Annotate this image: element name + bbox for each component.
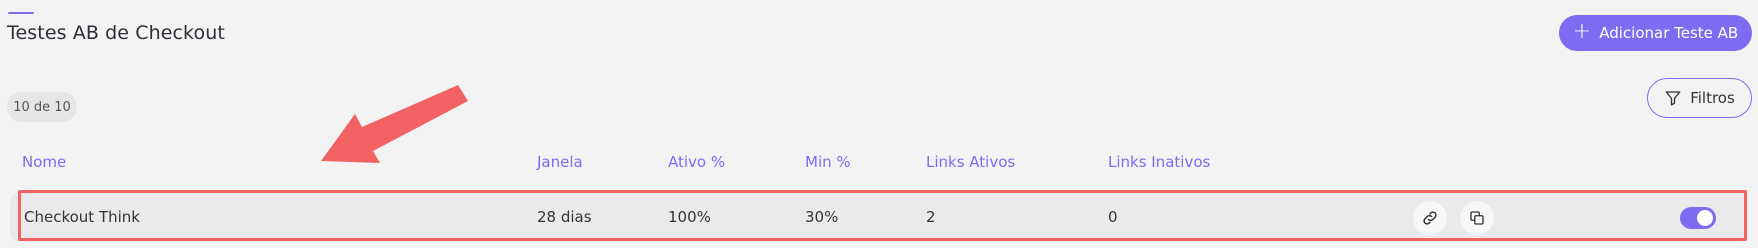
add-ab-test-label: Adicionar Teste AB: [1599, 24, 1739, 42]
copy-icon: [1470, 211, 1484, 225]
row-links-active: 2: [926, 208, 936, 226]
row-links-inactive: 0: [1108, 208, 1118, 226]
column-header-window[interactable]: Janela: [537, 153, 583, 171]
active-toggle[interactable]: [1680, 207, 1716, 229]
row-name[interactable]: Checkout Think: [24, 208, 140, 226]
copy-link-button[interactable]: [1413, 201, 1447, 235]
column-header-active-pct[interactable]: Ativo %: [668, 153, 725, 171]
row-window: 28 dias: [537, 208, 592, 226]
filters-label: Filtros: [1690, 89, 1735, 107]
column-header-name[interactable]: Nome: [22, 153, 66, 171]
plus-icon: +: [1572, 19, 1592, 44]
title-accent-line: [8, 12, 34, 14]
link-icon: [1423, 211, 1437, 225]
column-header-links-active[interactable]: Links Ativos: [926, 153, 1015, 171]
duplicate-button[interactable]: [1460, 201, 1494, 235]
filters-button[interactable]: Filtros: [1647, 78, 1752, 118]
add-ab-test-button[interactable]: + Adicionar Teste AB: [1559, 15, 1752, 51]
count-badge: 10 de 10: [7, 92, 77, 122]
filter-icon: [1665, 91, 1681, 106]
row-min-pct: 30%: [805, 208, 839, 226]
column-header-links-inactive[interactable]: Links Inativos: [1108, 153, 1210, 171]
page-title: Testes AB de Checkout: [7, 22, 225, 44]
toggle-knob: [1697, 210, 1713, 226]
column-header-min-pct[interactable]: Min %: [805, 153, 851, 171]
row-active-pct: 100%: [668, 208, 711, 226]
